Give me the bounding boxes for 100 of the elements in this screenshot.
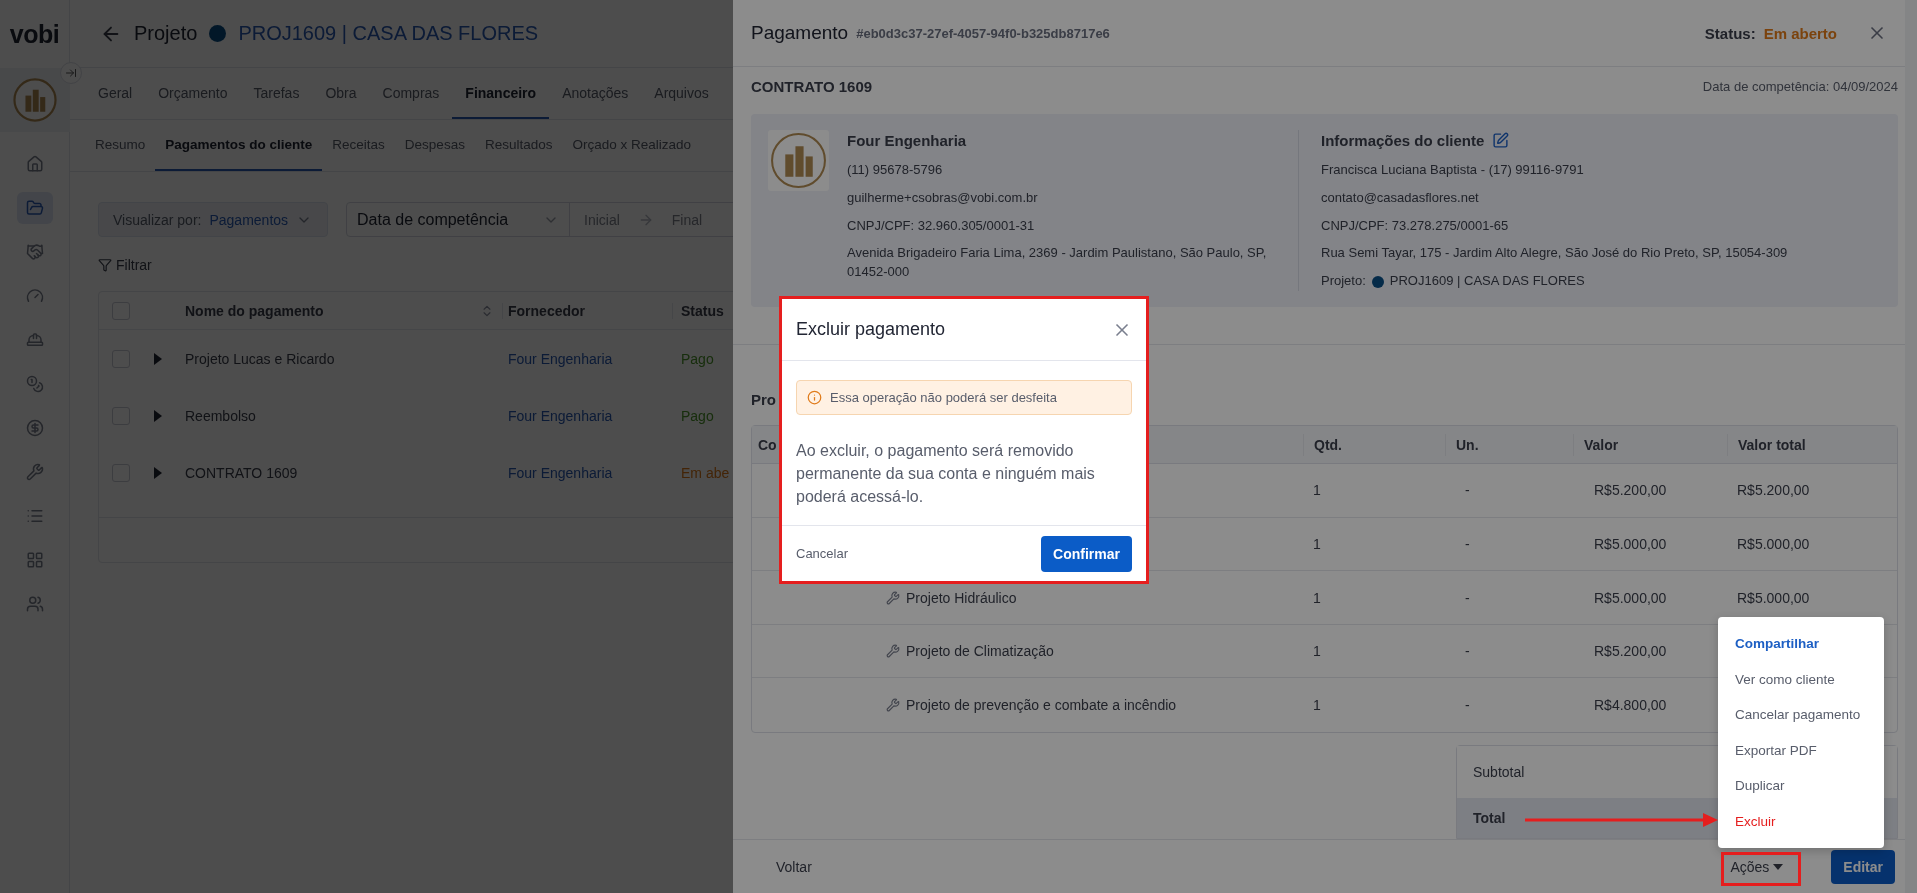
column-header: Valor total: [1727, 433, 1887, 456]
table-cell-text: Projeto Lucas e Ricardo: [184, 350, 336, 367]
competence-date: Data de competência: 04/09/2024: [1702, 78, 1898, 94]
hard-hat-icon: [25, 331, 44, 349]
item-name: Projeto Hidráulico: [906, 589, 1017, 606]
table-cell-text: -: [1464, 589, 1471, 606]
project-dot: [1371, 275, 1384, 288]
menu-item[interactable]: Exportar PDF: [1718, 732, 1884, 768]
edit-icon[interactable]: [1492, 132, 1510, 150]
back-button[interactable]: Voltar: [768, 854, 820, 879]
menu-item[interactable]: Cancelar pagamento: [1718, 697, 1884, 733]
table-cell-text: -: [1464, 697, 1471, 714]
menu-item[interactable]: Ver como cliente: [1718, 661, 1884, 697]
collapse-button[interactable]: [60, 62, 82, 84]
supplier-link[interactable]: Four Engenharia: [503, 464, 673, 481]
section-title: Pro: [751, 391, 776, 409]
menu-item[interactable]: Duplicar: [1718, 768, 1884, 804]
cancel-button[interactable]: Cancelar: [796, 546, 849, 561]
table-cell-text: -: [1464, 643, 1471, 660]
project-name: PROJ1609 | CASA DAS FLORES: [1389, 272, 1585, 291]
edit-button[interactable]: Editar: [1831, 849, 1895, 884]
dialog-message: Ao excluir, o pagamento será removido permanente da sua conta e ninguém mais poderá acessá-lo.: [796, 441, 1096, 507]
date-type-select[interactable]: Data de competência: [347, 203, 570, 236]
list-icon: [25, 507, 44, 525]
table-cell-text: -: [1464, 482, 1471, 499]
supplier-detail: Avenida Brigadeiro Faria Lima, 2369 - Jardim Paulistano, São Paulo, SP, 01452-000: [847, 244, 1268, 282]
column-header: Un.: [1445, 433, 1573, 456]
item-name: Projeto de prevenção e combate a incêndio: [906, 697, 1177, 714]
grid-icon: [25, 551, 44, 569]
table-cell-text: R$4.800,00: [1593, 697, 1668, 714]
sidebar-nav-button[interactable]: [16, 192, 53, 224]
folder-icon: [25, 199, 44, 217]
caret-icon[interactable]: [154, 352, 162, 365]
table-cell-text: 1: [1312, 535, 1322, 552]
wrench-icon: [886, 590, 900, 605]
filter-button[interactable]: Filtrar: [98, 257, 152, 273]
table-cell-text: R$5.200,00: [1593, 643, 1668, 660]
client-title: Informações do cliente: [1321, 131, 1485, 152]
menu-item[interactable]: Excluir: [1718, 803, 1884, 839]
caret-icon[interactable]: [154, 409, 162, 422]
project-label: Projeto:: [1321, 272, 1366, 291]
wrench-icon: [886, 698, 900, 713]
subtab[interactable]: Pagamentos do cliente: [155, 120, 323, 171]
subtotal-label: Subtotal: [1473, 764, 1525, 780]
column-header: Co: [758, 436, 777, 453]
dollar-icon: [25, 419, 44, 437]
actions-button[interactable]: Ações: [1722, 854, 1792, 879]
column-header: Qtd.: [1303, 433, 1445, 456]
table-cell-text: CONTRATO 1609: [184, 464, 299, 481]
table-cell-text: 1: [1312, 697, 1322, 714]
home-icon: [25, 155, 44, 173]
app-logo: vobi: [9, 18, 60, 50]
column-header: Nome do pagamento: [185, 302, 324, 319]
warning-text: Essa operação não poderá ser desfeita: [830, 390, 1057, 405]
menu-item[interactable]: Compartilhar: [1718, 626, 1884, 662]
filter-icon: [98, 258, 112, 272]
table-cell-text: 1: [1312, 589, 1322, 606]
company-avatar: [12, 78, 57, 122]
confirm-button[interactable]: Confirmar: [1041, 535, 1132, 572]
item-name: Projeto de Climatização: [906, 643, 1054, 660]
table-cell-text: 1: [1312, 643, 1322, 660]
drawer-title: Pagamento: [751, 22, 849, 44]
column-header: Fornecedor: [503, 302, 673, 319]
coins-icon: [25, 375, 44, 393]
payment-name: CONTRATO 1609: [751, 77, 873, 95]
table-cell-text: R$5.000,00: [1736, 589, 1811, 606]
handshake-icon: [25, 243, 44, 261]
date-type-value: Data de competência: [357, 210, 509, 229]
supplier-detail: guilherme+csobras@vobi.com.br: [847, 188, 1039, 207]
table-cell-text: R$5.000,00: [1593, 589, 1668, 606]
arrow-right-icon: [65, 67, 77, 79]
tab[interactable]: Financeiro: [452, 68, 550, 119]
client-detail: CNPJ/CPF: 73.278.275/0001-65: [1321, 216, 1510, 235]
wrench-icon: [886, 644, 900, 659]
table-cell-text: 1: [1312, 482, 1322, 499]
table-cell-text: Reembolso: [184, 407, 257, 424]
table-cell-text: R$5.200,00: [1593, 482, 1668, 499]
project-name: PROJ1609 | CASA DAS FLORES: [238, 22, 539, 45]
supplier-detail: CNPJ/CPF: 32.960.305/0001-31: [847, 216, 1036, 235]
table-cell-text: R$5.000,00: [1593, 535, 1668, 552]
status-value: Em aberto: [1763, 24, 1837, 42]
view-value: Pagamentos: [209, 211, 289, 228]
supplier-link[interactable]: Four Engenharia: [503, 407, 673, 424]
caret-down-icon: [1773, 863, 1784, 870]
client-detail: contato@casadasflores.net: [1321, 188, 1480, 207]
wrench-icon: [25, 463, 44, 481]
client-detail: Francisca Luciana Baptista - (17) 99116-9791: [1321, 160, 1585, 179]
total-label: Total: [1473, 810, 1506, 826]
status-text: Pago: [680, 350, 714, 367]
supplier-link[interactable]: Four Engenharia: [503, 350, 673, 367]
caret-icon[interactable]: [154, 466, 162, 479]
gauge-icon: [25, 287, 44, 305]
company-logo: [768, 130, 829, 192]
project-dot: [209, 25, 227, 42]
table-cell-text: R$5.200,00: [1736, 482, 1811, 499]
users-icon: [25, 595, 44, 613]
info-icon: [807, 390, 822, 405]
client-detail: Rua Semi Tayar, 175 - Jardim Alto Alegre, São José do Rio Preto, SP, 15054-309: [1321, 244, 1788, 263]
column-header: Valor: [1573, 433, 1727, 456]
supplier-name: Four Engenharia: [847, 131, 968, 152]
